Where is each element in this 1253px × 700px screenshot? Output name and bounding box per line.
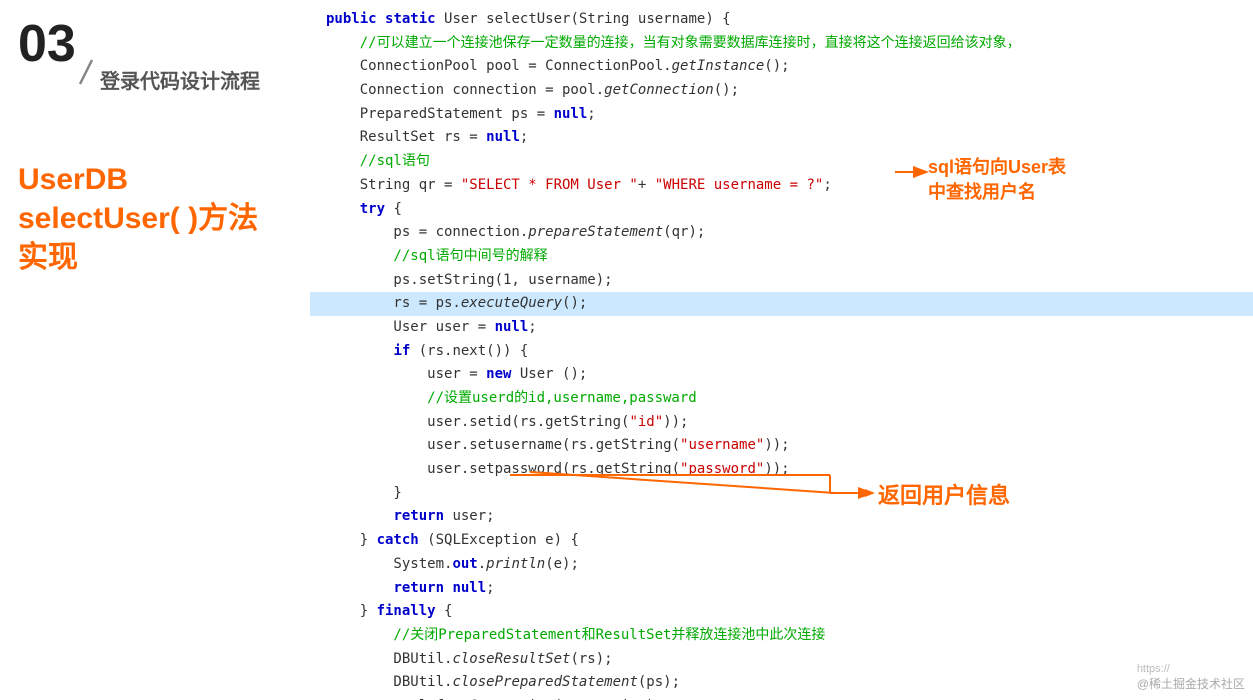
code-line-12: ps.setString(1, username); [326, 269, 1237, 293]
side-title-line1: UserDB [18, 160, 258, 199]
section-number: 03 [18, 18, 76, 70]
slash-decoration [72, 58, 100, 86]
code-block: public static User selectUser(String use… [310, 0, 1253, 700]
side-title: UserDB selectUser( )方法 实现 [18, 160, 258, 277]
code-line-25: return null; [326, 577, 1237, 601]
code-line-15: if (rs.next()) { [326, 340, 1237, 364]
left-panel: 03 登录代码设计流程 UserDB selectUser( )方法 实现 [0, 0, 310, 700]
watermark-text: @稀土掘金技术社区 [1137, 675, 1245, 692]
sql-annotation: sql语句向User表中查找用户名 [928, 155, 1066, 205]
code-line-24: System.out.println(e); [326, 553, 1237, 577]
return-annotation-text: 返回用户信息 [878, 483, 1010, 508]
code-line-3: ConnectionPool pool = ConnectionPool.get… [326, 55, 1237, 79]
code-line-7: //sql语句 [326, 150, 1237, 174]
code-line-8: String qr = "SELECT * FROM User "+ "WHER… [326, 174, 1237, 198]
code-line-29: DBUtil.closePreparedStatement(ps); [326, 671, 1237, 695]
side-title-line2: selectUser( )方法 [18, 199, 258, 238]
code-line-22: return user; [326, 505, 1237, 529]
code-line-10: ps = connection.prepareStatement(qr); [326, 221, 1237, 245]
code-line-4: Connection connection = pool.getConnecti… [326, 79, 1237, 103]
code-line-9: try { [326, 198, 1237, 222]
code-line-18: user.setid(rs.getString("id")); [326, 411, 1237, 435]
code-line-17: //设置userd的id,username,passward [326, 387, 1237, 411]
side-title-line3: 实现 [18, 238, 258, 277]
code-line-1: public static User selectUser(String use… [326, 8, 1237, 32]
code-line-5: PreparedStatement ps = null; [326, 103, 1237, 127]
code-line-19: user.setusername(rs.getString("username"… [326, 434, 1237, 458]
section-title: 登录代码设计流程 [100, 65, 260, 94]
code-line-21: } [326, 482, 1237, 506]
code-line-23: } catch (SQLException e) { [326, 529, 1237, 553]
return-annotation: 返回用户信息 [878, 478, 1010, 510]
code-area: public static User selectUser(String use… [310, 0, 1253, 700]
watermark-url: https:// [1137, 663, 1245, 675]
code-line-2: //可以建立一个连接池保存一定数量的连接，当有对象需要数据库连接时，直接将这个连… [326, 32, 1237, 56]
code-line-20: user.setpassword(rs.getString("password"… [326, 458, 1237, 482]
code-line-26: } finally { [326, 600, 1237, 624]
sql-annotation-text: sql语句向User表中查找用户名 [928, 157, 1066, 202]
code-line-30: pool.freeConnection(connection); [326, 695, 1237, 700]
code-line-11: //sql语句中间号的解释 [326, 245, 1237, 269]
watermark: https:// @稀土掘金技术社区 [1137, 663, 1245, 692]
code-line-14: User user = null; [326, 316, 1237, 340]
code-line-27: //关闭PreparedStatement和ResultSet并释放连接池中此次… [326, 624, 1237, 648]
code-line-6: ResultSet rs = null; [326, 126, 1237, 150]
code-line-16: user = new User (); [326, 363, 1237, 387]
code-line-28: DBUtil.closeResultSet(rs); [326, 648, 1237, 672]
code-line-13: rs = ps.executeQuery(); [310, 292, 1253, 316]
